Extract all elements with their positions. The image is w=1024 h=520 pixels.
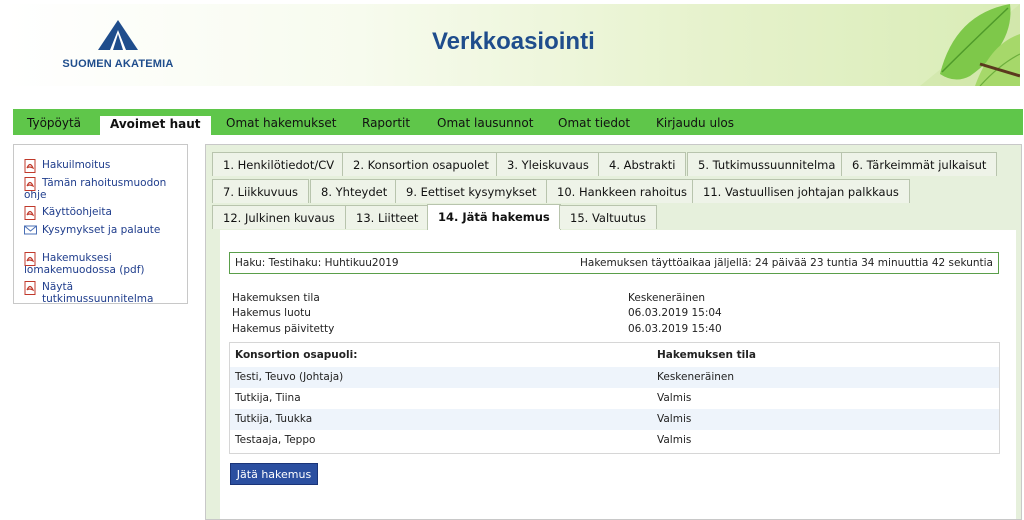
mail-icon <box>24 225 37 235</box>
tab-content: Haku: Testihaku: Huhtikuu2019 Hakemuksen… <box>220 230 1016 519</box>
table-row: Testaaja, Teppo Valmis <box>230 430 999 451</box>
pdf-icon <box>24 252 36 266</box>
logo-triangle-icon <box>98 20 138 50</box>
tab-jata-hakemus[interactable]: 14. Jätä hakemus <box>427 204 561 230</box>
sidebar-link-hakemus-pdf[interactable]: Hakemuksesi lomakemuodossa (pdf) <box>24 252 174 276</box>
sidebar-link-ohje[interactable]: Tämän rahoitusmuodon ohje <box>24 177 174 201</box>
table-row: Tutkija, Tiina Valmis <box>230 388 999 409</box>
cell-osapuoli: Testi, Teuvo (Johtaja) <box>235 371 344 383</box>
sidebar: Hakuilmoitus Tämän rahoitusmuodon ohje K… <box>13 144 188 305</box>
tab-tutkimussuunnitelma[interactable]: 5. Tutkimussuunnitelma <box>687 152 847 176</box>
cell-osapuoli: Tutkija, Tiina <box>235 392 301 404</box>
sidebar-link-label: Kysymykset ja palaute <box>42 224 161 236</box>
pdf-icon <box>24 206 36 220</box>
cell-osapuoli: Tutkija, Tuukka <box>235 413 313 425</box>
nav-item-tyopoyta[interactable]: Työpöytä <box>17 109 91 135</box>
column-header-tila: Hakemuksen tila <box>657 349 756 361</box>
pdf-icon <box>24 177 36 191</box>
tab-konsortion-osapuolet[interactable]: 2. Konsortion osapuolet <box>342 152 500 176</box>
tab-vastuullisen-johtajan-palkkaus[interactable]: 11. Vastuullisen johtajan palkkaus <box>692 179 910 203</box>
tab-valtuutus[interactable]: 15. Valtuutus <box>559 205 658 229</box>
cell-tila: Keskeneräinen <box>657 371 735 383</box>
main-navigation: Työpöytä Avoimet haut Omat hakemukset Ra… <box>13 109 1023 135</box>
pdf-icon <box>24 159 36 173</box>
call-name: Haku: Testihaku: Huhtikuu2019 <box>235 257 399 269</box>
info-value-luotu: 06.03.2019 15:04 <box>628 307 722 319</box>
tab-henkilotiedot[interactable]: 1. Henkilötiedot/CV <box>212 152 346 176</box>
sidebar-link-kayttoohjeita[interactable]: Käyttöohjeita <box>24 206 174 220</box>
leaf-decoration-icon <box>920 4 1020 86</box>
info-label-tila: Hakemuksen tila <box>232 292 320 304</box>
tab-abstrakti[interactable]: 4. Abstrakti <box>598 152 687 176</box>
tab-tarkeimmat-julkaisut[interactable]: 6. Tärkeimmät julkaisut <box>841 152 998 176</box>
nav-item-raportit[interactable]: Raportit <box>352 109 420 135</box>
time-remaining: Hakemuksen täyttöaikaa jäljellä: 24 päiv… <box>579 257 993 269</box>
sidebar-link-hakuilmoitus[interactable]: Hakuilmoitus <box>24 159 174 173</box>
cell-tila: Valmis <box>657 392 692 404</box>
submit-application-button[interactable]: Jätä hakemus <box>230 463 318 485</box>
tab-yhteydet[interactable]: 8. Yhteydet <box>310 179 399 203</box>
sidebar-link-kysymykset[interactable]: Kysymykset ja palaute <box>24 224 174 236</box>
nav-item-omat-tiedot[interactable]: Omat tiedot <box>548 109 640 135</box>
sidebar-link-label: Hakemuksesi lomakemuodossa (pdf) <box>24 252 145 276</box>
nav-item-omat-lausunnot[interactable]: Omat lausunnot <box>427 109 543 135</box>
tab-hankkeen-rahoitus[interactable]: 10. Hankkeen rahoitus <box>546 179 699 203</box>
cell-tila: Valmis <box>657 434 692 446</box>
application-form-panel: 1. Henkilötiedot/CV 2. Konsortion osapuo… <box>205 144 1022 520</box>
tab-julkinen-kuvaus[interactable]: 12. Julkinen kuvaus <box>212 205 346 229</box>
tab-eettiset-kysymykset[interactable]: 9. Eettiset kysymykset <box>395 179 548 203</box>
sidebar-link-label: Käyttöohjeita <box>42 206 112 218</box>
pdf-icon <box>24 281 36 295</box>
nav-item-omat-hakemukset[interactable]: Omat hakemukset <box>216 109 346 135</box>
tab-liitteet[interactable]: 13. Liitteet <box>345 205 430 229</box>
logo-text: SUOMEN AKATEMIA <box>62 58 174 70</box>
app-title: Verkkoasiointi <box>432 28 595 55</box>
tab-yleiskuvaus[interactable]: 3. Yleiskuvaus <box>496 152 600 176</box>
logo[interactable]: SUOMEN AKATEMIA <box>48 20 188 76</box>
consortium-table: Konsortion osapuoli: Hakemuksen tila Tes… <box>229 342 1000 454</box>
info-label-luotu: Hakemus luotu <box>232 307 311 319</box>
table-row: Testi, Teuvo (Johtaja) Keskeneräinen <box>230 367 999 388</box>
table-row: Tutkija, Tuukka Valmis <box>230 409 999 430</box>
call-info-box: Haku: Testihaku: Huhtikuu2019 Hakemuksen… <box>229 252 999 274</box>
sidebar-link-label: Tämän rahoitusmuodon ohje <box>24 177 167 201</box>
header-banner: SUOMEN AKATEMIA Verkkoasiointi <box>4 4 1020 86</box>
sidebar-link-label: Näytä tutkimussuunnitelma <box>42 281 154 305</box>
nav-item-kirjaudu-ulos[interactable]: Kirjaudu ulos <box>646 109 744 135</box>
nav-item-avoimet-haut[interactable]: Avoimet haut <box>100 116 211 135</box>
cell-osapuoli: Testaaja, Teppo <box>235 434 316 446</box>
info-label-paivitetty: Hakemus päivitetty <box>232 323 335 335</box>
tab-liikkuvuus[interactable]: 7. Liikkuvuus <box>212 179 310 203</box>
column-header-osapuoli: Konsortion osapuoli: <box>235 349 358 361</box>
sidebar-link-tutkimussuunnitelma[interactable]: Näytä tutkimussuunnitelma <box>24 281 184 305</box>
info-value-tila: Keskeneräinen <box>628 292 706 304</box>
cell-tila: Valmis <box>657 413 692 425</box>
sidebar-link-label: Hakuilmoitus <box>42 159 111 171</box>
info-value-paivitetty: 06.03.2019 15:40 <box>628 323 722 335</box>
